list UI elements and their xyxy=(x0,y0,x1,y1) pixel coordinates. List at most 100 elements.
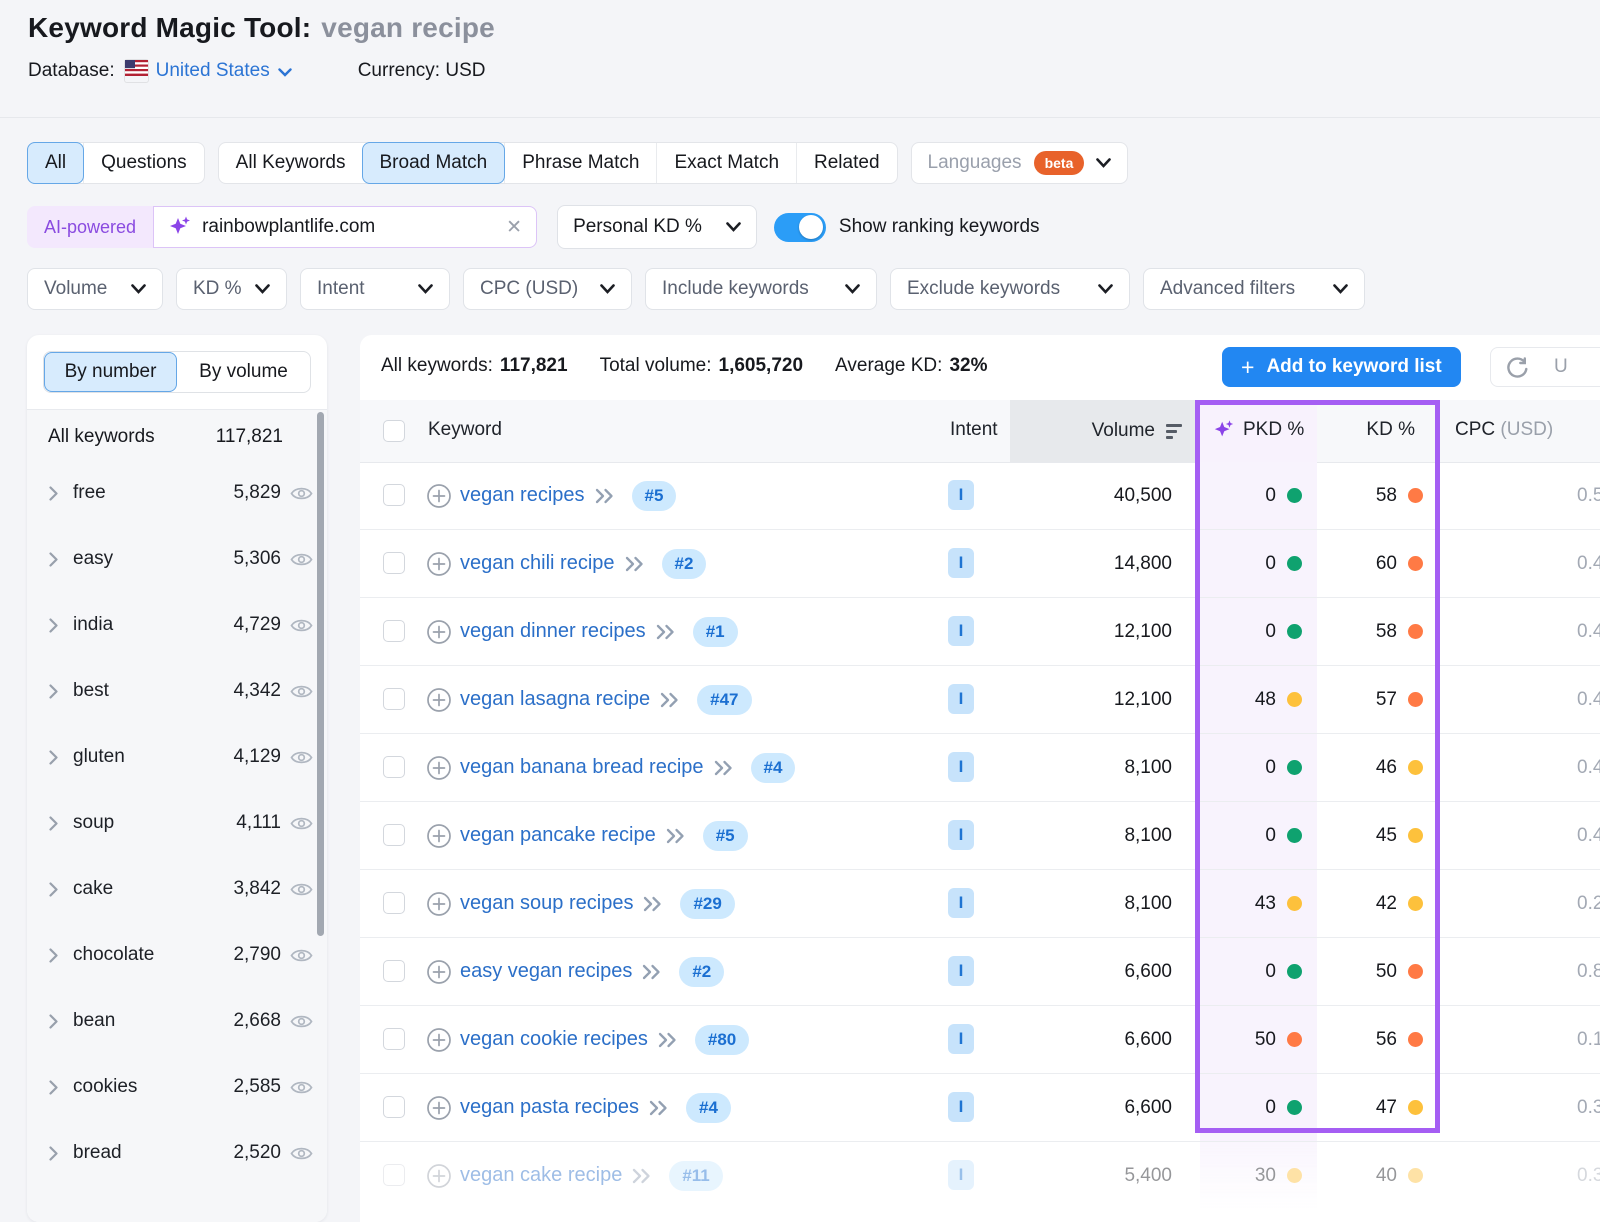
keyword-link[interactable]: vegan banana bread recipe xyxy=(460,756,704,779)
keyword-group-item[interactable]: india 4,729 xyxy=(27,592,327,658)
eye-icon[interactable] xyxy=(290,1145,313,1162)
add-keyword-icon[interactable] xyxy=(426,755,452,786)
add-keyword-icon[interactable] xyxy=(426,483,452,514)
open-serp-icon[interactable] xyxy=(713,760,734,776)
open-serp-icon[interactable] xyxy=(642,896,663,912)
keyword-group-item[interactable]: easy 5,306 xyxy=(27,526,327,592)
keyword-group-item[interactable]: gluten 4,129 xyxy=(27,724,327,790)
eye-icon[interactable] xyxy=(290,551,313,568)
filter-dropdown[interactable]: Include keywords xyxy=(645,268,877,310)
row-checkbox[interactable] xyxy=(383,1164,405,1186)
row-checkbox[interactable] xyxy=(383,1028,405,1050)
add-keyword-icon[interactable] xyxy=(426,687,452,718)
add-keyword-icon[interactable] xyxy=(426,823,452,854)
keyword-link[interactable]: vegan soup recipes xyxy=(460,892,633,915)
open-serp-icon[interactable] xyxy=(655,624,676,640)
summary-item: Total volume:1,605,720 xyxy=(600,355,803,377)
keyword-link[interactable]: vegan lasagna recipe xyxy=(460,688,650,711)
filter-dropdown[interactable]: KD % xyxy=(176,268,287,310)
sidebar-scrollbar[interactable] xyxy=(317,412,324,936)
keyword-group-item[interactable]: cake 3,842 xyxy=(27,856,327,922)
open-serp-icon[interactable] xyxy=(657,1032,678,1048)
open-serp-icon[interactable] xyxy=(665,828,686,844)
row-checkbox[interactable] xyxy=(383,756,405,778)
add-keyword-icon[interactable] xyxy=(426,1163,452,1194)
keyword-group-item[interactable]: cookies 2,585 xyxy=(27,1054,327,1120)
keyword-group-item[interactable]: free 5,829 xyxy=(27,460,327,526)
add-keyword-icon[interactable] xyxy=(426,1095,452,1126)
match-type-tab[interactable]: Broad Match xyxy=(362,142,506,184)
keyword-link[interactable]: vegan recipes xyxy=(460,484,585,507)
open-serp-icon[interactable] xyxy=(659,692,680,708)
languages-dropdown[interactable]: Languages beta xyxy=(911,142,1129,184)
row-checkbox[interactable] xyxy=(383,688,405,710)
row-checkbox[interactable] xyxy=(383,1096,405,1118)
keyword-group-item[interactable]: best 4,342 xyxy=(27,658,327,724)
match-type-tab[interactable]: Questions xyxy=(83,143,204,183)
eye-icon[interactable] xyxy=(290,947,313,964)
column-cpc[interactable]: CPC (USD) xyxy=(1455,419,1553,441)
personal-kd-dropdown[interactable]: Personal KD % xyxy=(557,205,757,249)
column-intent[interactable]: Intent xyxy=(950,419,998,441)
tab-by-volume[interactable]: By volume xyxy=(177,352,310,392)
keyword-group-item[interactable]: chocolate 2,790 xyxy=(27,922,327,988)
filter-dropdown[interactable]: Volume xyxy=(27,268,163,310)
open-serp-icon[interactable] xyxy=(624,556,645,572)
row-checkbox[interactable] xyxy=(383,552,405,574)
filter-dropdown[interactable]: CPC (USD) xyxy=(463,268,632,310)
eye-icon[interactable] xyxy=(290,1079,313,1096)
keyword-link[interactable]: vegan dinner recipes xyxy=(460,620,646,643)
refresh-button[interactable]: U xyxy=(1490,347,1600,387)
database-selector[interactable]: United States xyxy=(156,60,292,82)
keyword-link[interactable]: easy vegan recipes xyxy=(460,960,632,983)
keyword-group-item[interactable]: bread 2,520 xyxy=(27,1120,327,1186)
tab-by-number[interactable]: By number xyxy=(44,352,177,392)
add-to-keyword-list-button[interactable]: + Add to keyword list xyxy=(1222,347,1461,387)
open-serp-icon[interactable] xyxy=(631,1168,652,1184)
row-checkbox[interactable] xyxy=(383,824,405,846)
eye-icon[interactable] xyxy=(290,485,313,502)
match-type-tab[interactable]: Phrase Match xyxy=(504,143,656,183)
eye-icon[interactable] xyxy=(290,749,313,766)
match-type-tab[interactable]: Related xyxy=(796,143,897,183)
column-pkd[interactable]: PKD % xyxy=(1213,419,1304,441)
keyword-group-item[interactable]: bean 2,668 xyxy=(27,988,327,1054)
keyword-link[interactable]: vegan cake recipe xyxy=(460,1164,622,1187)
eye-icon[interactable] xyxy=(290,1013,313,1030)
open-serp-icon[interactable] xyxy=(648,1100,669,1116)
eye-icon[interactable] xyxy=(290,815,313,832)
clear-input-icon[interactable]: ✕ xyxy=(506,216,522,239)
select-all-checkbox[interactable] xyxy=(383,420,405,442)
domain-input[interactable]: rainbowplantlife.com ✕ xyxy=(153,206,537,248)
column-keyword[interactable]: Keyword xyxy=(428,419,502,441)
add-keyword-icon[interactable] xyxy=(426,619,452,650)
row-checkbox[interactable] xyxy=(383,960,405,982)
eye-icon[interactable] xyxy=(290,881,313,898)
keyword-link[interactable]: vegan cookie recipes xyxy=(460,1028,648,1051)
show-ranking-keywords-toggle[interactable] xyxy=(774,213,826,242)
open-serp-icon[interactable] xyxy=(594,488,615,504)
eye-icon[interactable] xyxy=(290,683,313,700)
row-checkbox[interactable] xyxy=(383,892,405,914)
match-type-tab[interactable]: Exact Match xyxy=(656,143,796,183)
filter-dropdown[interactable]: Advanced filters xyxy=(1143,268,1365,310)
keyword-link[interactable]: vegan pasta recipes xyxy=(460,1096,639,1119)
all-keywords-row[interactable]: All keywords 117,821 xyxy=(27,414,327,460)
keyword-link[interactable]: vegan pancake recipe xyxy=(460,824,656,847)
filter-dropdown[interactable]: Exclude keywords xyxy=(890,268,1130,310)
keyword-group-item[interactable]: soup 4,111 xyxy=(27,790,327,856)
match-type-tab[interactable]: All Keywords xyxy=(219,143,363,183)
column-volume[interactable]: Volume xyxy=(1010,400,1195,462)
eye-icon[interactable] xyxy=(290,617,313,634)
keyword-link[interactable]: vegan chili recipe xyxy=(460,552,615,575)
add-keyword-icon[interactable] xyxy=(426,891,452,922)
add-keyword-icon[interactable] xyxy=(426,1027,452,1058)
open-serp-icon[interactable] xyxy=(641,964,662,980)
row-checkbox[interactable] xyxy=(383,620,405,642)
add-keyword-icon[interactable] xyxy=(426,551,452,582)
filter-dropdown[interactable]: Intent xyxy=(300,268,450,310)
column-kd[interactable]: KD % xyxy=(1315,419,1415,441)
add-keyword-icon[interactable] xyxy=(426,959,452,990)
row-checkbox[interactable] xyxy=(383,484,405,506)
match-type-tab[interactable]: All xyxy=(27,142,84,184)
